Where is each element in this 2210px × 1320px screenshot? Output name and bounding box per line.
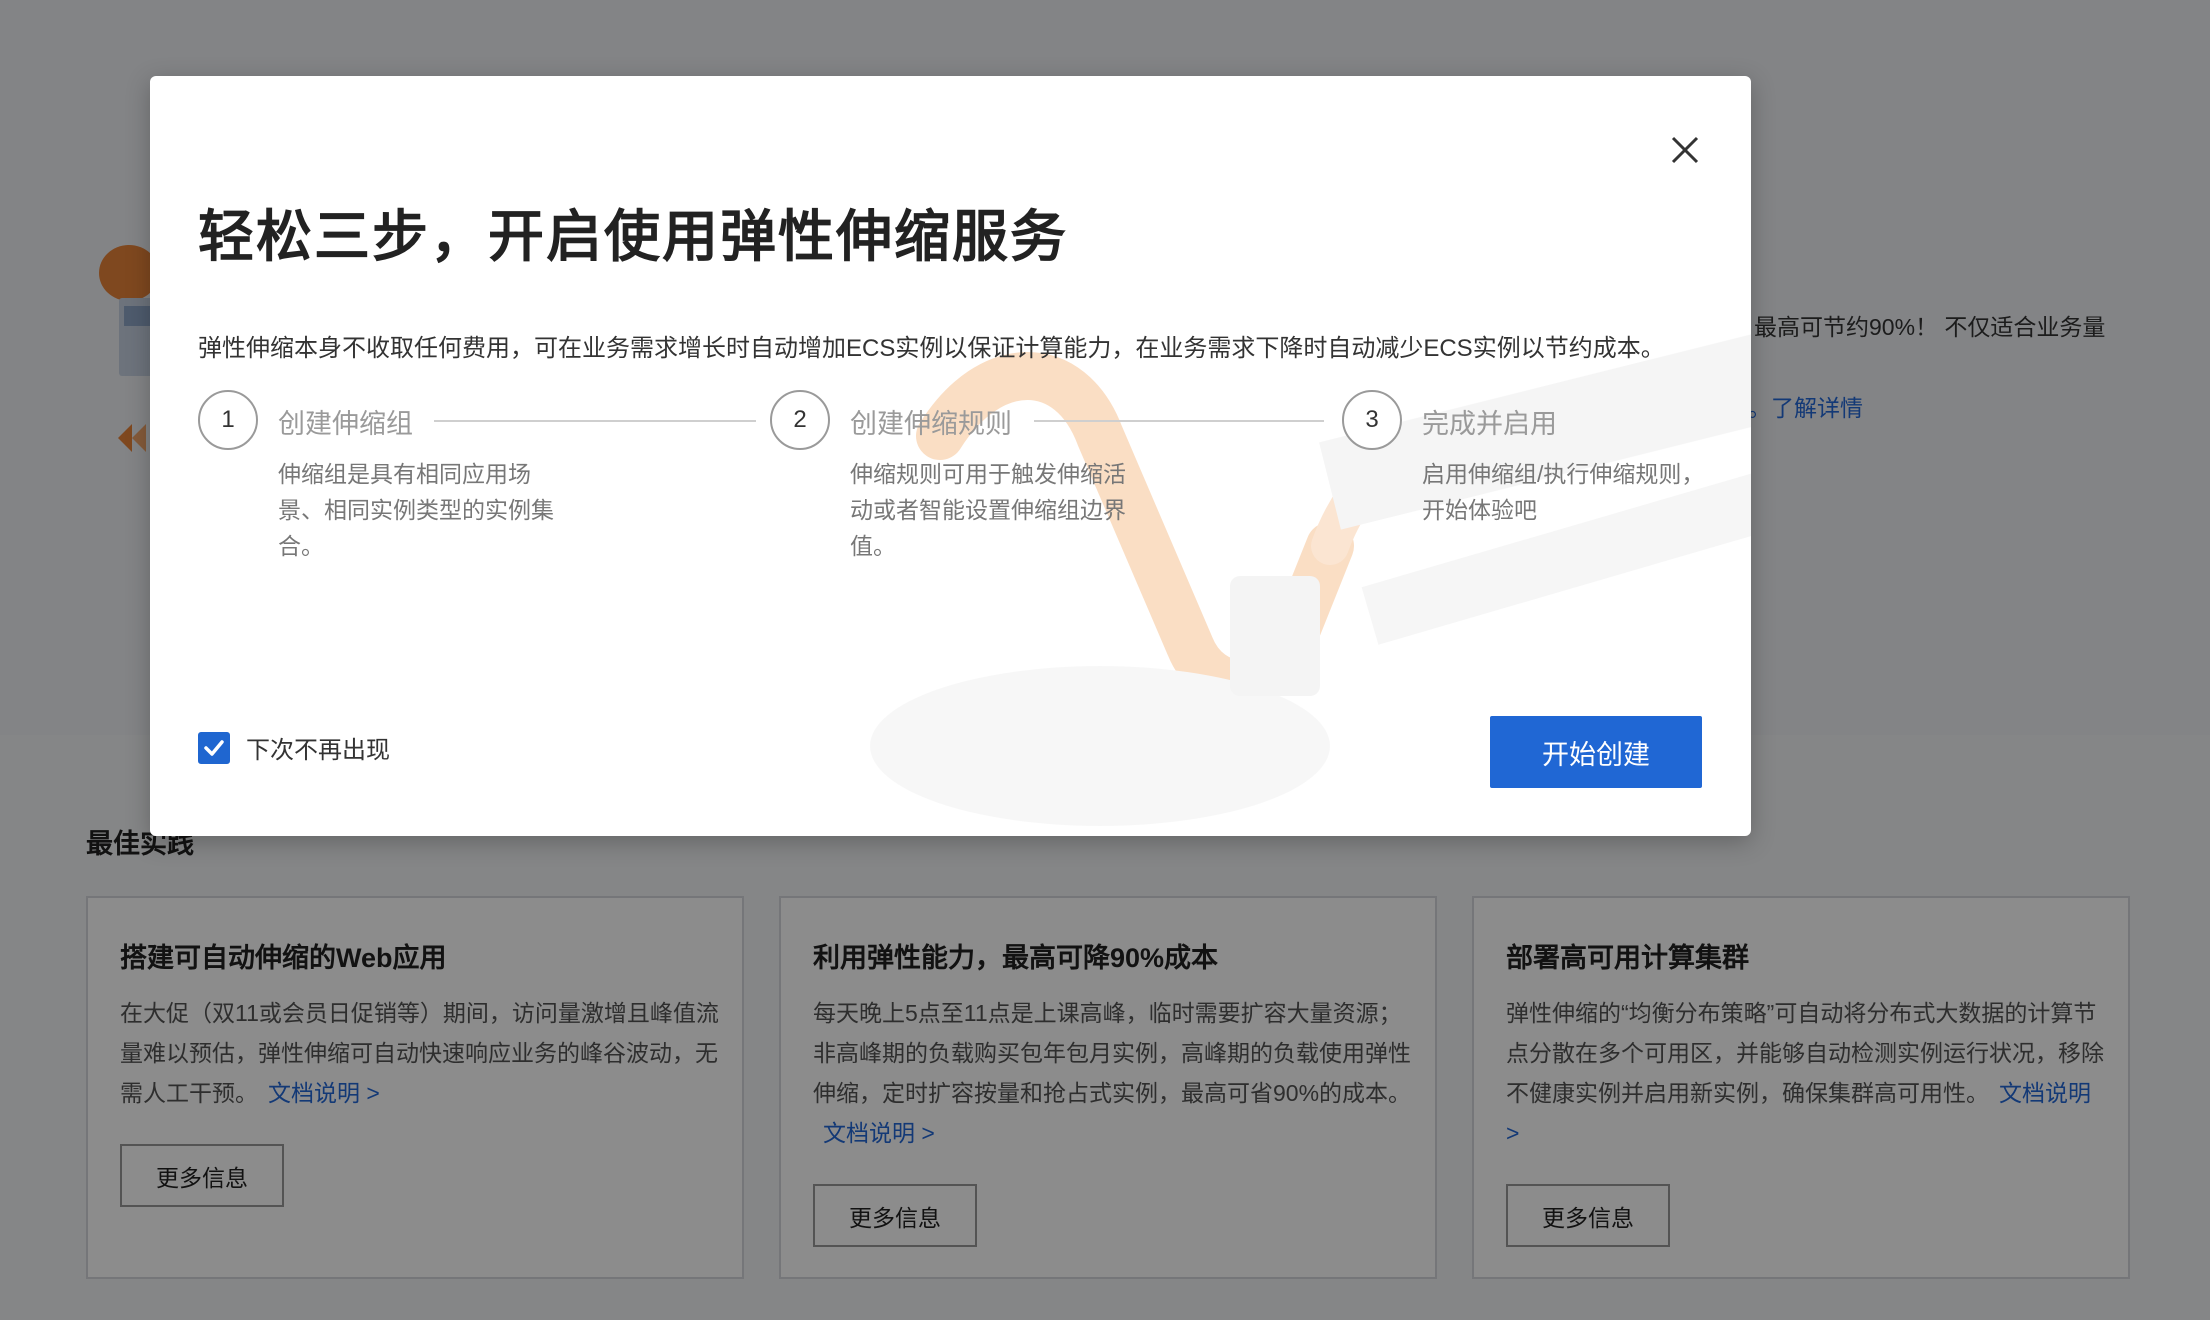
step-number: 1 bbox=[198, 390, 258, 450]
step-description: 伸缩组是具有相同应用场景、相同实例类型的实例集合。 bbox=[278, 461, 554, 559]
checkbox-label: 下次不再出现 bbox=[246, 737, 390, 764]
step-number: 3 bbox=[1342, 390, 1402, 450]
step-connector bbox=[1034, 420, 1324, 422]
step-label: 完成并启用 bbox=[1422, 409, 1557, 439]
step-label: 创建伸缩规则 bbox=[850, 409, 1012, 439]
start-create-button[interactable]: 开始创建 bbox=[1490, 716, 1702, 788]
step-description: 伸缩规则可用于触发伸缩活动或者智能设置伸缩组边界值。 bbox=[850, 461, 1126, 559]
step-connector bbox=[434, 420, 756, 422]
dont-show-again-option[interactable]: 下次不再出现 bbox=[198, 730, 390, 765]
dont-show-again-checkbox[interactable] bbox=[198, 731, 230, 764]
step-description: 启用伸缩组/执行伸缩规则，开始体验吧 bbox=[1422, 461, 1705, 523]
dialog-description: 弹性伸缩本身不收取任何费用，可在业务需求增长时自动增加ECS实例以保证计算能力，… bbox=[198, 335, 1665, 362]
dialog-title: 轻松三步，开启使用弹性伸缩服务 bbox=[198, 205, 1068, 268]
close-icon[interactable] bbox=[1663, 128, 1707, 172]
step-label: 创建伸缩组 bbox=[278, 409, 413, 439]
step-number: 2 bbox=[770, 390, 830, 450]
onboarding-dialog: 轻松三步，开启使用弹性伸缩服务 弹性伸缩本身不收取任何费用，可在业务需求增长时自… bbox=[150, 76, 1751, 836]
checkmark-icon bbox=[204, 739, 224, 756]
